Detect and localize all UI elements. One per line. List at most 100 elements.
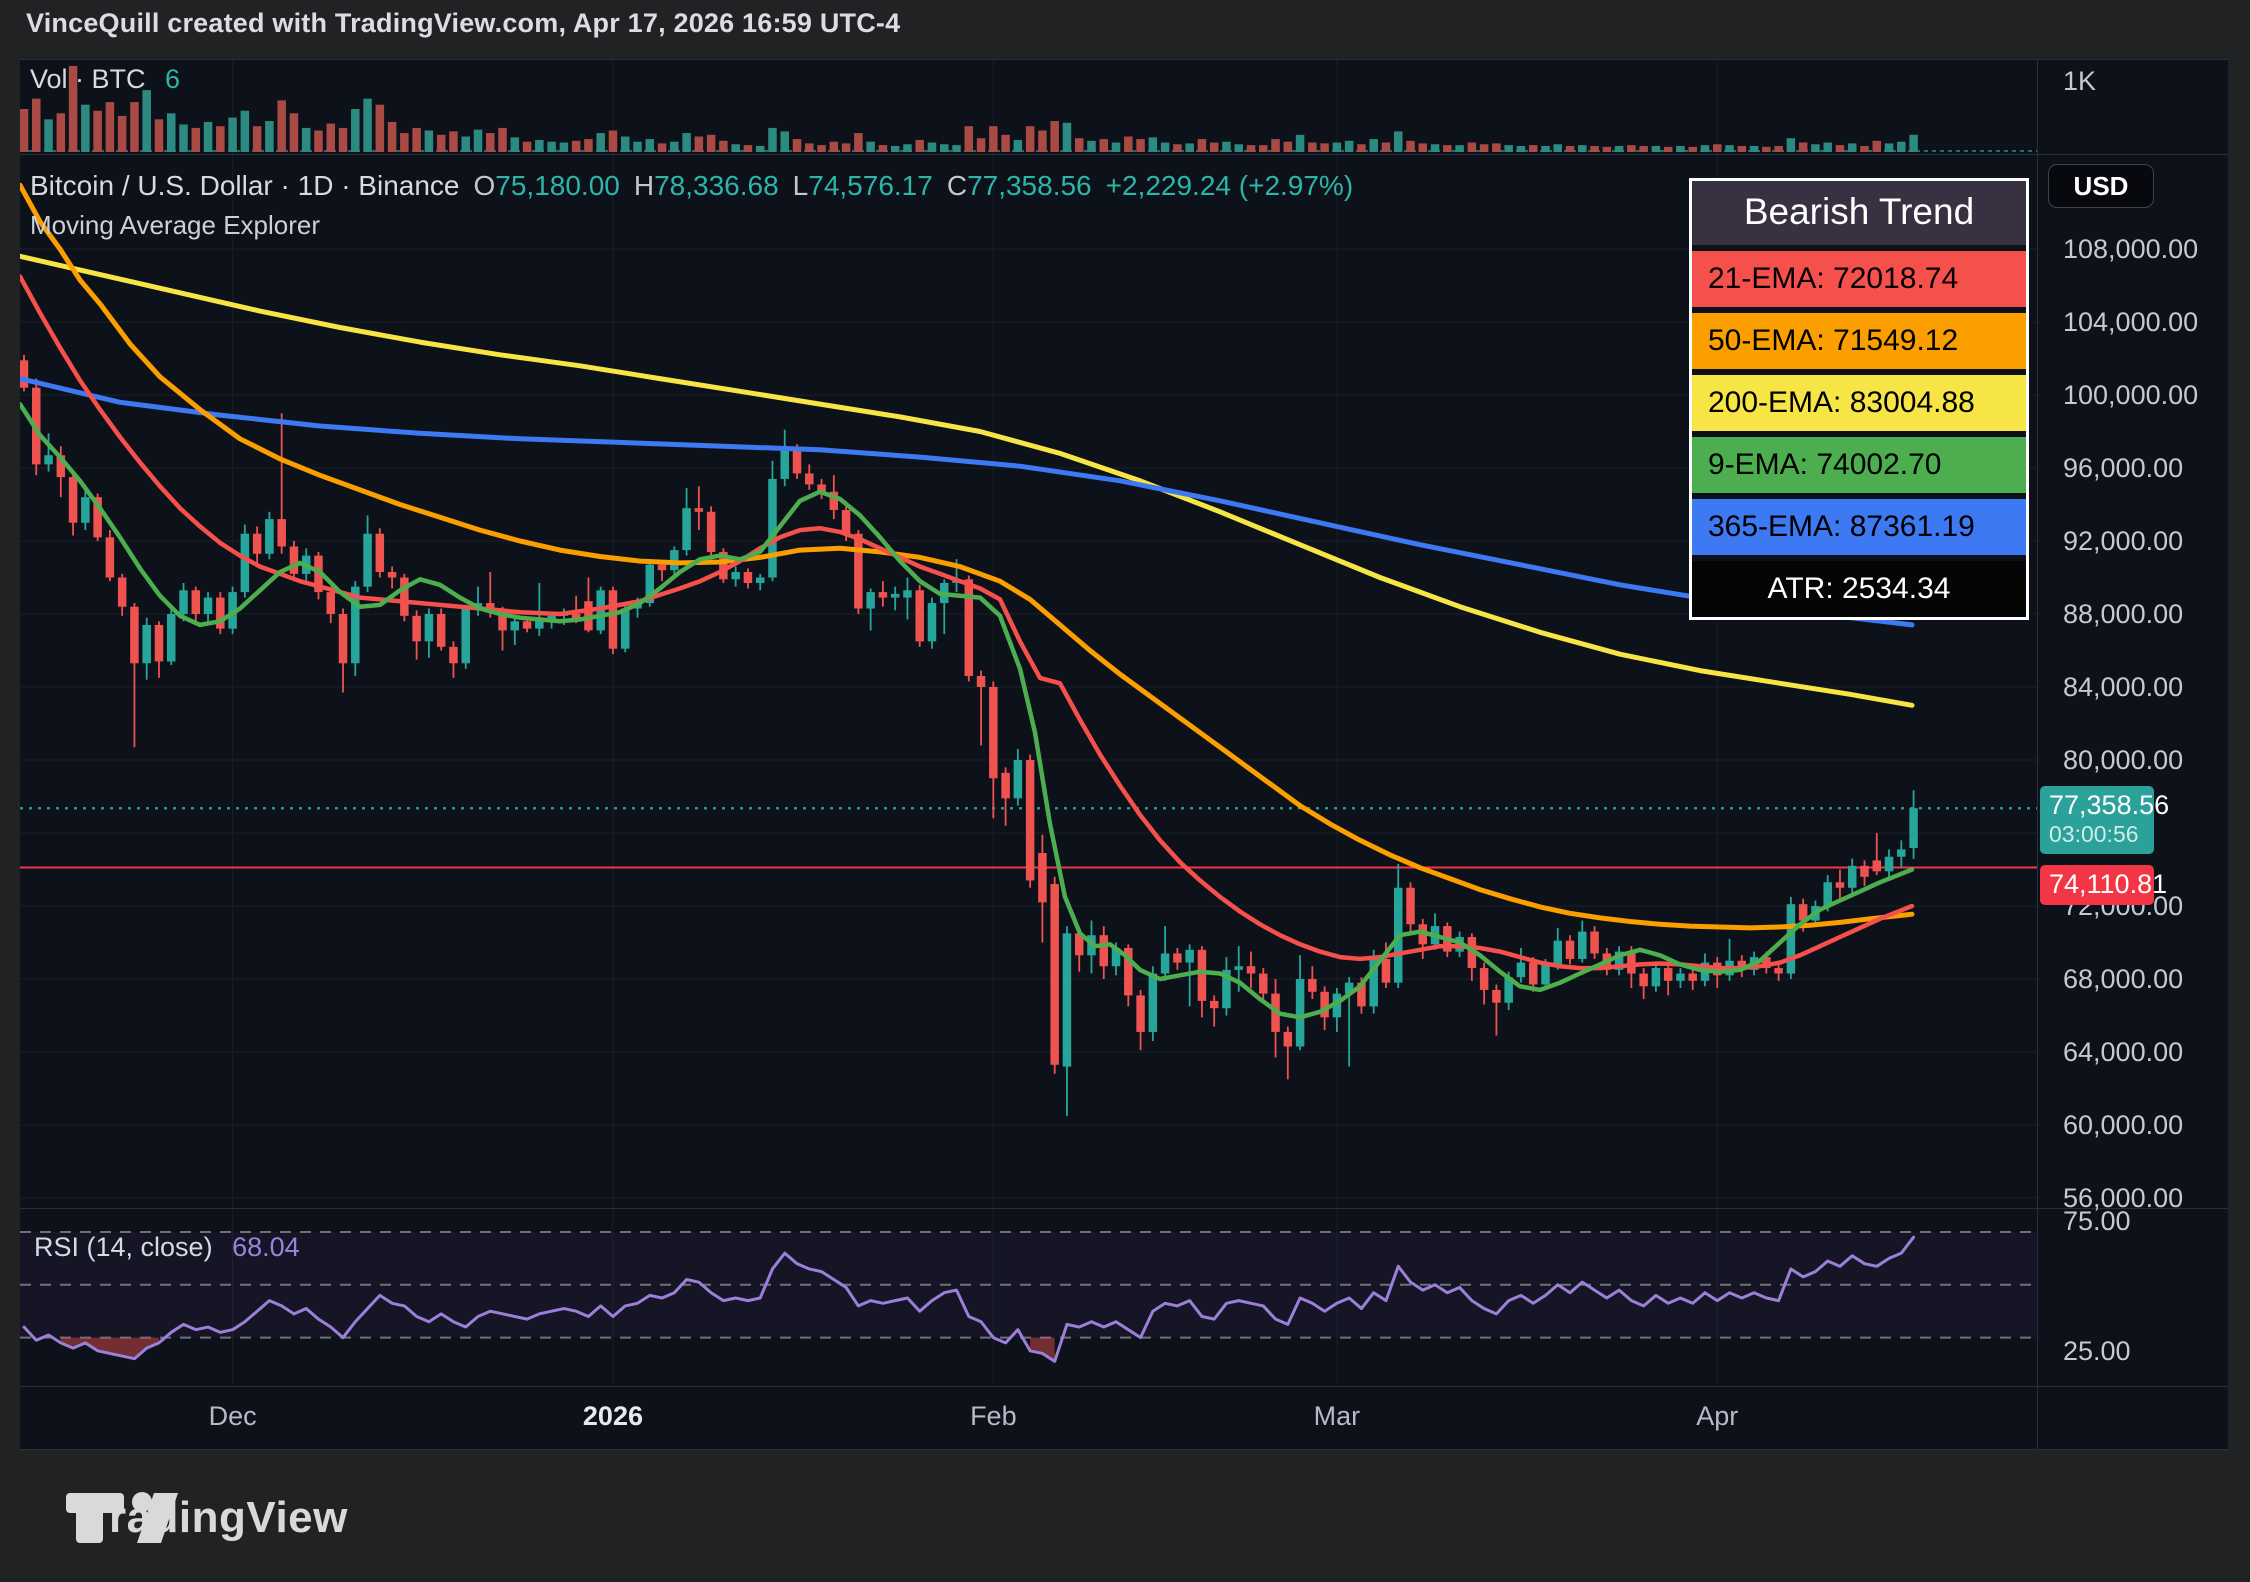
- volume-bar: [216, 126, 225, 152]
- candle: [1565, 940, 1575, 959]
- volume-bar: [1038, 130, 1047, 152]
- volume-bar: [1406, 140, 1415, 152]
- candle: [203, 597, 213, 614]
- ema-legend-row: 50-EMA: 71549.12: [1692, 313, 2026, 369]
- candle: [130, 606, 139, 664]
- volume-bar: [890, 145, 900, 152]
- candle: [1860, 865, 1869, 877]
- volume-bar: [1173, 144, 1182, 152]
- volume-bar: [1541, 145, 1550, 152]
- volume-bar: [1614, 145, 1624, 152]
- volume-pane[interactable]: [20, 60, 2037, 154]
- price-axis[interactable]: 1K USD 108,000.00 104,000.00 100,000.00 96,…: [2038, 60, 2228, 1449]
- volume-bar: [314, 130, 323, 152]
- volume-bar: [1504, 145, 1513, 152]
- volume-bar: [1197, 139, 1207, 152]
- volume-value: 6: [165, 64, 181, 94]
- volume-bar: [166, 113, 176, 152]
- currency-toggle-button[interactable]: USD: [2048, 164, 2154, 208]
- volume-bar: [1627, 145, 1636, 152]
- volume-bar: [1259, 145, 1268, 152]
- candle: [1308, 979, 1317, 992]
- ema-legend-row: 365-EMA: 87361.19: [1692, 499, 2026, 555]
- volume-bar: [1774, 145, 1783, 152]
- price-axis-tick: 100,000.00: [2063, 380, 2199, 410]
- candle: [608, 590, 618, 649]
- volume-bar: [363, 98, 372, 152]
- volume-bar: [1479, 144, 1489, 152]
- symbol-ohlc-line[interactable]: Bitcoin / U.S. Dollar · 1D · Binance O75,…: [30, 170, 1353, 202]
- candle: [964, 579, 974, 677]
- candle: [1847, 865, 1857, 888]
- volume-legend[interactable]: Vol · BTC 6: [30, 64, 180, 95]
- candle: [179, 590, 188, 614]
- volume-bar: [768, 127, 777, 152]
- rsi-pane[interactable]: [20, 1208, 2037, 1386]
- price-axis-tick: 96,000.00: [2063, 453, 2184, 483]
- volume-bar: [301, 127, 311, 152]
- candle: [1136, 995, 1145, 1032]
- volume-bar: [326, 123, 335, 152]
- candle: [166, 614, 176, 662]
- time-axis-label: 2026: [582, 1401, 643, 1431]
- ema-legend-row: 21-EMA: 72018.74: [1692, 251, 2026, 307]
- tradingview-screenshot: VinceQuill created with TradingView.com,…: [0, 0, 2250, 1582]
- candle: [866, 592, 875, 609]
- volume-bar: [1798, 142, 1808, 152]
- rsi-label: RSI (14, close): [34, 1232, 213, 1262]
- volume-bar: [1663, 146, 1673, 152]
- candle: [915, 590, 924, 642]
- ema-legend-row: 200-EMA: 83004.88: [1692, 375, 2026, 431]
- ohlc-val: 74,576.17: [808, 170, 933, 201]
- volume-bar: [277, 100, 286, 152]
- candle: [1897, 849, 1906, 857]
- volume-bar: [547, 141, 556, 152]
- volume-bar: [338, 127, 348, 152]
- volume-bar: [1528, 145, 1538, 152]
- volume-bar: [436, 134, 446, 152]
- candle: [1578, 931, 1587, 959]
- chart-window: Vol · BTC 6 Bitcoin / U.S. Dollar · 1D ·…: [20, 59, 2228, 1450]
- reference-price-badge[interactable]: 74,110.81: [2040, 865, 2167, 906]
- volume-bar: [1369, 139, 1378, 152]
- candle: [522, 621, 532, 629]
- candle: [1013, 760, 1023, 799]
- candle: [252, 533, 262, 554]
- candle: [387, 572, 397, 578]
- volume-bar: [130, 102, 139, 152]
- volume-bar: [1124, 136, 1133, 152]
- volume-bar: [1713, 144, 1722, 152]
- current-price-badge[interactable]: 77,358.56 03:00:56: [2040, 786, 2169, 855]
- candle: [743, 572, 753, 583]
- ema-legend-row: 9-EMA: 74002.70: [1692, 437, 2026, 493]
- volume-bar: [1786, 138, 1796, 152]
- candle: [878, 592, 888, 598]
- ohlc-key: O: [473, 170, 496, 201]
- indicator-title[interactable]: Moving Average Explorer: [30, 210, 320, 241]
- candle: [1283, 1031, 1293, 1047]
- candle: [1688, 973, 1697, 981]
- volume-bar: [854, 133, 863, 152]
- candle: [1590, 931, 1599, 954]
- volume-bar: [976, 138, 986, 152]
- candle: [1001, 772, 1010, 799]
- volume-bar: [191, 127, 201, 152]
- volume-axis-tick: 1K: [2063, 66, 2097, 96]
- candle: [240, 533, 250, 593]
- change-value: +2,229.24 (+2.97%): [1105, 170, 1354, 201]
- rsi-legend[interactable]: RSI (14, close) 68.04: [34, 1232, 300, 1263]
- candle: [805, 473, 814, 485]
- tradingview-branding[interactable]: TradingView: [66, 1492, 348, 1543]
- volume-bar: [1860, 145, 1869, 152]
- candle: [731, 572, 740, 580]
- volume-bar: [424, 130, 434, 152]
- candle: [400, 577, 409, 616]
- candle: [277, 519, 286, 547]
- candle: [142, 624, 151, 664]
- time-axis[interactable]: Dec 2026 Feb Mar Apr: [20, 1386, 2228, 1450]
- candle: [1651, 968, 1661, 987]
- volume-bar: [1025, 126, 1035, 152]
- candle: [1025, 760, 1035, 881]
- volume-bar: [1430, 144, 1440, 152]
- candle: [1320, 991, 1329, 1018]
